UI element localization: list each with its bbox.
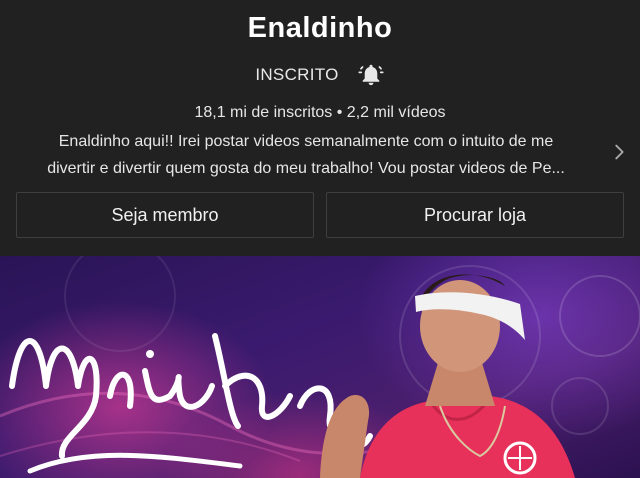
subscribed-button[interactable]: INSCRITO: [255, 65, 338, 85]
browse-store-button[interactable]: Procurar loja: [326, 192, 624, 238]
channel-stats: 18,1 mi de inscritos • 2,2 mil vídeos: [194, 104, 446, 121]
chevron-right-icon[interactable]: [608, 141, 630, 163]
channel-header: Enaldinho INSCRITO 18,1 mi de inscritos …: [0, 0, 640, 256]
description-line: divertir e divertir quem gosta do meu tr…: [47, 160, 565, 177]
channel-description[interactable]: Enaldinho aqui!! Irei postar videos sema…: [16, 128, 596, 182]
join-membership-button[interactable]: Seja membro: [16, 192, 314, 238]
banner-artwork: [0, 256, 640, 478]
description-line: Enaldinho aqui!! Irei postar videos sema…: [58, 133, 554, 150]
bell-icon[interactable]: [357, 61, 385, 89]
subscription-row: INSCRITO: [0, 58, 640, 92]
channel-name: Enaldinho: [247, 12, 393, 44]
channel-banner: [0, 256, 640, 478]
